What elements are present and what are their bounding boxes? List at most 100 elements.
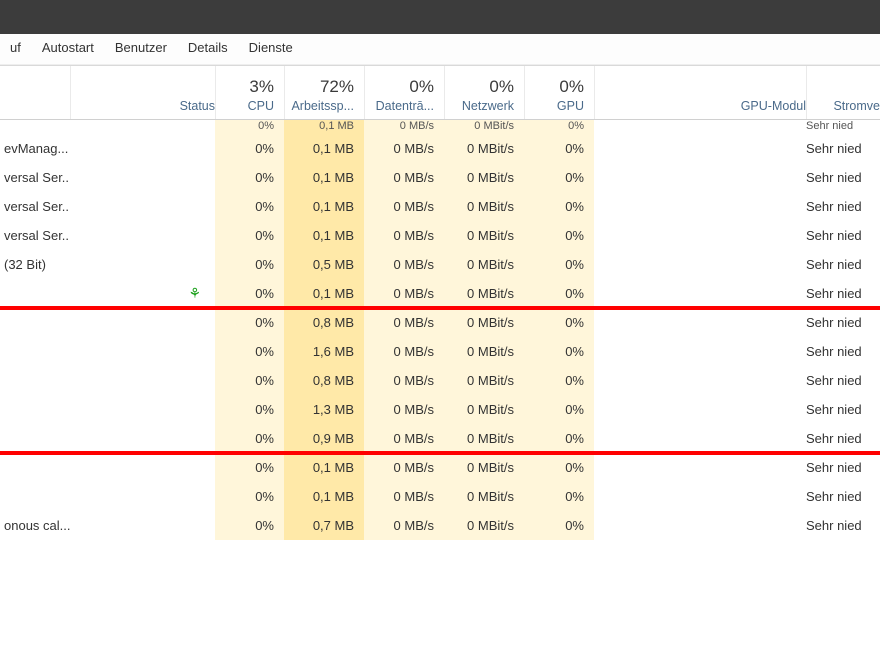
cell-disk: 0 MB/s (364, 134, 444, 163)
process-grid: Status 3% CPU 72% Arbeitssp... 0% Datent… (0, 66, 880, 540)
cell-gpu: 0% (524, 250, 594, 279)
leaf-icon: ⚘ (188, 285, 201, 302)
cell-power: Sehr nied (806, 192, 880, 221)
cell-disk: 0 MB/s (364, 221, 444, 250)
table-row[interactable]: evManag...0%0,1 MB0 MB/s0 MBit/s0%Sehr n… (0, 134, 880, 163)
table-row[interactable]: 0%0,8 MB0 MB/s0 MBit/s0%Sehr nied (0, 308, 880, 337)
cell-status (70, 366, 215, 395)
cpu-label: CPU (222, 97, 274, 113)
cell-disk: 0 MB/s (364, 366, 444, 395)
cell-power: Sehr nied (806, 511, 880, 540)
cell-net: 0 MBit/s (444, 134, 524, 163)
table-row[interactable]: 0%0,8 MB0 MB/s0 MBit/s0%Sehr nied (0, 366, 880, 395)
col-header-status-label: Status (180, 97, 215, 113)
table-row[interactable]: (32 Bit)0%0,5 MB0 MB/s0 MBit/s0%Sehr nie… (0, 250, 880, 279)
cell-name: versal Ser... (0, 192, 70, 221)
col-header-name[interactable] (0, 66, 70, 119)
mem-label: Arbeitssp... (291, 97, 354, 113)
cell-mem: 0,7 MB (284, 511, 364, 540)
cell-power: Sehr nied (806, 395, 880, 424)
cell-net: 0 MBit/s (444, 221, 524, 250)
col-header-power[interactable]: Stromve (806, 66, 880, 119)
cell-name (0, 366, 70, 395)
cell-disk: 0 MB/s (364, 337, 444, 366)
cell-power: Sehr nied (806, 453, 880, 482)
cell-status (70, 511, 215, 540)
cell-status (70, 395, 215, 424)
cell-disk: 0 MB/s (364, 424, 444, 453)
cell-name (0, 308, 70, 337)
cell-mem: 0,5 MB (284, 250, 364, 279)
mem-percent: 72% (291, 77, 354, 97)
cell-status (70, 134, 215, 163)
cell-power: Sehr nied (806, 250, 880, 279)
tab-benutzer[interactable]: Benutzer (105, 34, 178, 65)
cell-net: 0 MBit/s (444, 163, 524, 192)
net-percent: 0% (451, 77, 514, 97)
tab-autostart[interactable]: Autostart (32, 34, 105, 65)
net-label: Netzwerk (451, 97, 514, 113)
cell-name (0, 482, 70, 511)
cell-power: Sehr nied (806, 120, 880, 134)
table-row[interactable]: 0%1,3 MB0 MB/s0 MBit/s0%Sehr nied (0, 395, 880, 424)
cell-gpumodul (594, 366, 806, 395)
cell-name (0, 453, 70, 482)
table-row[interactable]: ⚘0%0,1 MB0 MB/s0 MBit/s0%Sehr nied (0, 279, 880, 308)
col-header-network[interactable]: 0% Netzwerk (444, 66, 524, 119)
cell-mem: 0,8 MB (284, 366, 364, 395)
col-header-disk[interactable]: 0% Datentrā... (364, 66, 444, 119)
col-header-memory[interactable]: 72% Arbeitssp... (284, 66, 364, 119)
cell-gpumodul (594, 424, 806, 453)
cell-net: 0 MBit/s (444, 337, 524, 366)
tab-details[interactable]: Details (178, 34, 239, 65)
table-row[interactable]: 0%0,1 MB0 MB/s0 MBit/s0%Sehr nied (0, 453, 880, 482)
cell-mem: 1,6 MB (284, 337, 364, 366)
cell-name: evManag... (0, 134, 70, 163)
cell-mem: 0,1 MB (284, 221, 364, 250)
cell-cpu: 0% (215, 308, 284, 337)
cell-cpu: 0% (215, 192, 284, 221)
cell-mem: 0,1 MB (284, 279, 364, 308)
col-header-cpu[interactable]: 3% CPU (215, 66, 284, 119)
cell-gpumodul (594, 453, 806, 482)
cell-mem: 0,1 MB (284, 120, 364, 134)
cell-net: 0 MBit/s (444, 120, 524, 134)
tab-dienste[interactable]: Dienste (239, 34, 304, 65)
table-row[interactable]: 0%1,6 MB0 MB/s0 MBit/s0%Sehr nied (0, 337, 880, 366)
cell-gpumodul (594, 337, 806, 366)
col-header-status[interactable]: Status (70, 66, 215, 119)
disk-label: Datentrā... (371, 97, 434, 113)
cell-status (70, 308, 215, 337)
column-headers: Status 3% CPU 72% Arbeitssp... 0% Datent… (0, 66, 880, 120)
cell-name (0, 337, 70, 366)
cell-mem: 1,3 MB (284, 395, 364, 424)
cell-disk: 0 MB/s (364, 482, 444, 511)
cell-name: versal Ser... (0, 163, 70, 192)
cell-status (70, 192, 215, 221)
cell-cpu: 0% (215, 511, 284, 540)
tab-0[interactable]: uf (0, 34, 32, 65)
table-row[interactable]: 0%0,9 MB0 MB/s0 MBit/s0%Sehr nied (0, 424, 880, 453)
col-header-gpumodul[interactable]: GPU-Modul (594, 66, 806, 119)
cell-power: Sehr nied (806, 279, 880, 308)
cell-name: versal Ser... (0, 221, 70, 250)
cell-mem: 0,8 MB (284, 308, 364, 337)
cell-disk: 0 MB/s (364, 120, 444, 134)
cell-gpu: 0% (524, 337, 594, 366)
table-row[interactable]: versal Ser...0%0,1 MB0 MB/s0 MBit/s0%Seh… (0, 192, 880, 221)
cell-power: Sehr nied (806, 366, 880, 395)
table-row[interactable]: onous cal...0%0,7 MB0 MB/s0 MBit/s0%Sehr… (0, 511, 880, 540)
cell-cpu: 0% (215, 250, 284, 279)
table-row[interactable]: versal Ser...0%0,1 MB0 MB/s0 MBit/s0%Seh… (0, 221, 880, 250)
cell-cpu: 0% (215, 366, 284, 395)
table-row[interactable]: 0%0,1 MB0 MB/s0 MBit/s0%Sehr nied (0, 482, 880, 511)
cell-gpumodul (594, 308, 806, 337)
col-header-gpu[interactable]: 0% GPU (524, 66, 594, 119)
table-row[interactable]: versal Ser...0%0,1 MB0 MB/s0 MBit/s0%Seh… (0, 163, 880, 192)
cell-status (70, 337, 215, 366)
cell-mem: 0,1 MB (284, 134, 364, 163)
cell-gpumodul (594, 163, 806, 192)
cell-gpumodul (594, 279, 806, 308)
cell-mem: 0,1 MB (284, 482, 364, 511)
table-row-partial[interactable]: 0% 0,1 MB 0 MB/s 0 MBit/s 0% Sehr nied (0, 120, 880, 134)
